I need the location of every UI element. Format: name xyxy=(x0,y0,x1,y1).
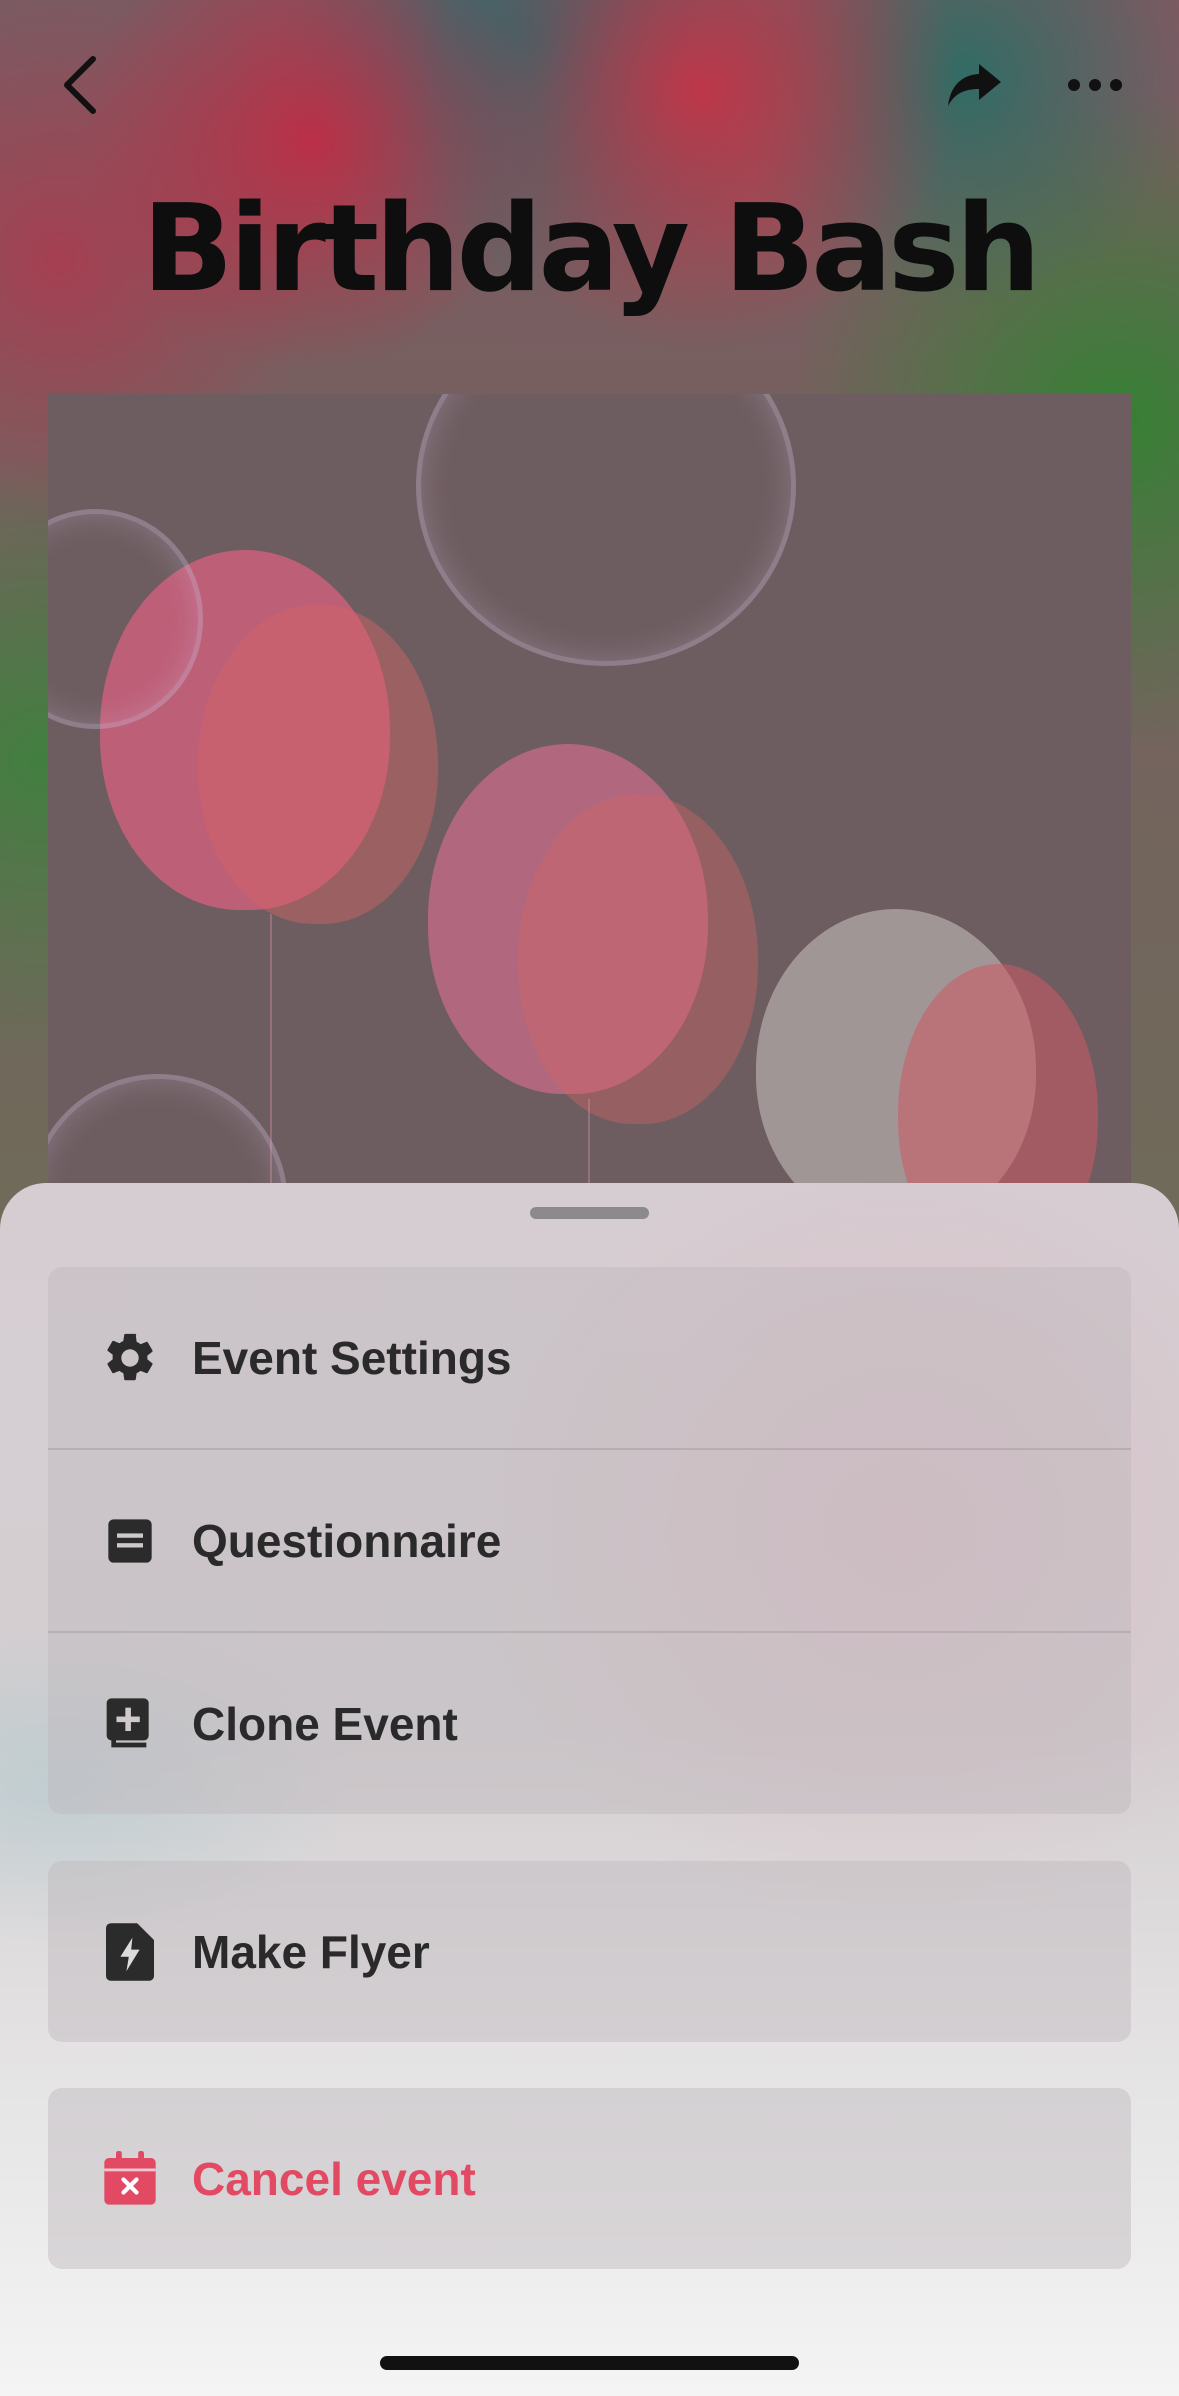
questionnaire-row[interactable]: Questionnaire xyxy=(48,1448,1131,1631)
home-indicator xyxy=(380,2356,799,2370)
cancel-group: Cancel event xyxy=(48,2088,1131,2269)
action-sheet: Event Settings Questionnaire Clone Event… xyxy=(0,1183,1179,2396)
sheet-grabber[interactable] xyxy=(530,1207,649,1219)
back-button[interactable] xyxy=(36,40,126,130)
event-cover-image xyxy=(48,394,1131,1194)
page-title: Birthday Bash xyxy=(141,180,1041,319)
cancel-event-label: Cancel event xyxy=(192,2152,476,2205)
options-group: Event Settings Questionnaire Clone Event xyxy=(48,1267,1131,1814)
share-arrow-icon xyxy=(948,64,1001,106)
share-button[interactable] xyxy=(930,40,1020,130)
clone-plus-icon xyxy=(100,1694,160,1754)
event-settings-row[interactable]: Event Settings xyxy=(48,1267,1131,1448)
cancel-event-row[interactable]: Cancel event xyxy=(48,2088,1131,2269)
file-bolt-icon xyxy=(100,1922,160,1982)
document-icon xyxy=(100,1511,160,1571)
make-flyer-label: Make Flyer xyxy=(192,1925,430,1978)
balloon-string xyxy=(588,1099,590,1194)
calendar-x-icon xyxy=(100,2149,160,2209)
bubble xyxy=(48,1074,288,1194)
flyer-group: Make Flyer xyxy=(48,1861,1131,2042)
balloon xyxy=(518,794,758,1124)
questionnaire-label: Questionnaire xyxy=(192,1514,502,1567)
more-button[interactable] xyxy=(1050,40,1140,130)
clone-event-label: Clone Event xyxy=(192,1697,458,1750)
chevron-left-icon xyxy=(64,56,96,114)
make-flyer-row[interactable]: Make Flyer xyxy=(48,1861,1131,2042)
bubble xyxy=(416,394,796,666)
event-settings-label: Event Settings xyxy=(192,1331,512,1384)
ellipsis-icon xyxy=(1068,79,1122,91)
balloon xyxy=(198,604,438,924)
gear-icon xyxy=(100,1328,160,1388)
clone-event-row[interactable]: Clone Event xyxy=(48,1631,1131,1814)
